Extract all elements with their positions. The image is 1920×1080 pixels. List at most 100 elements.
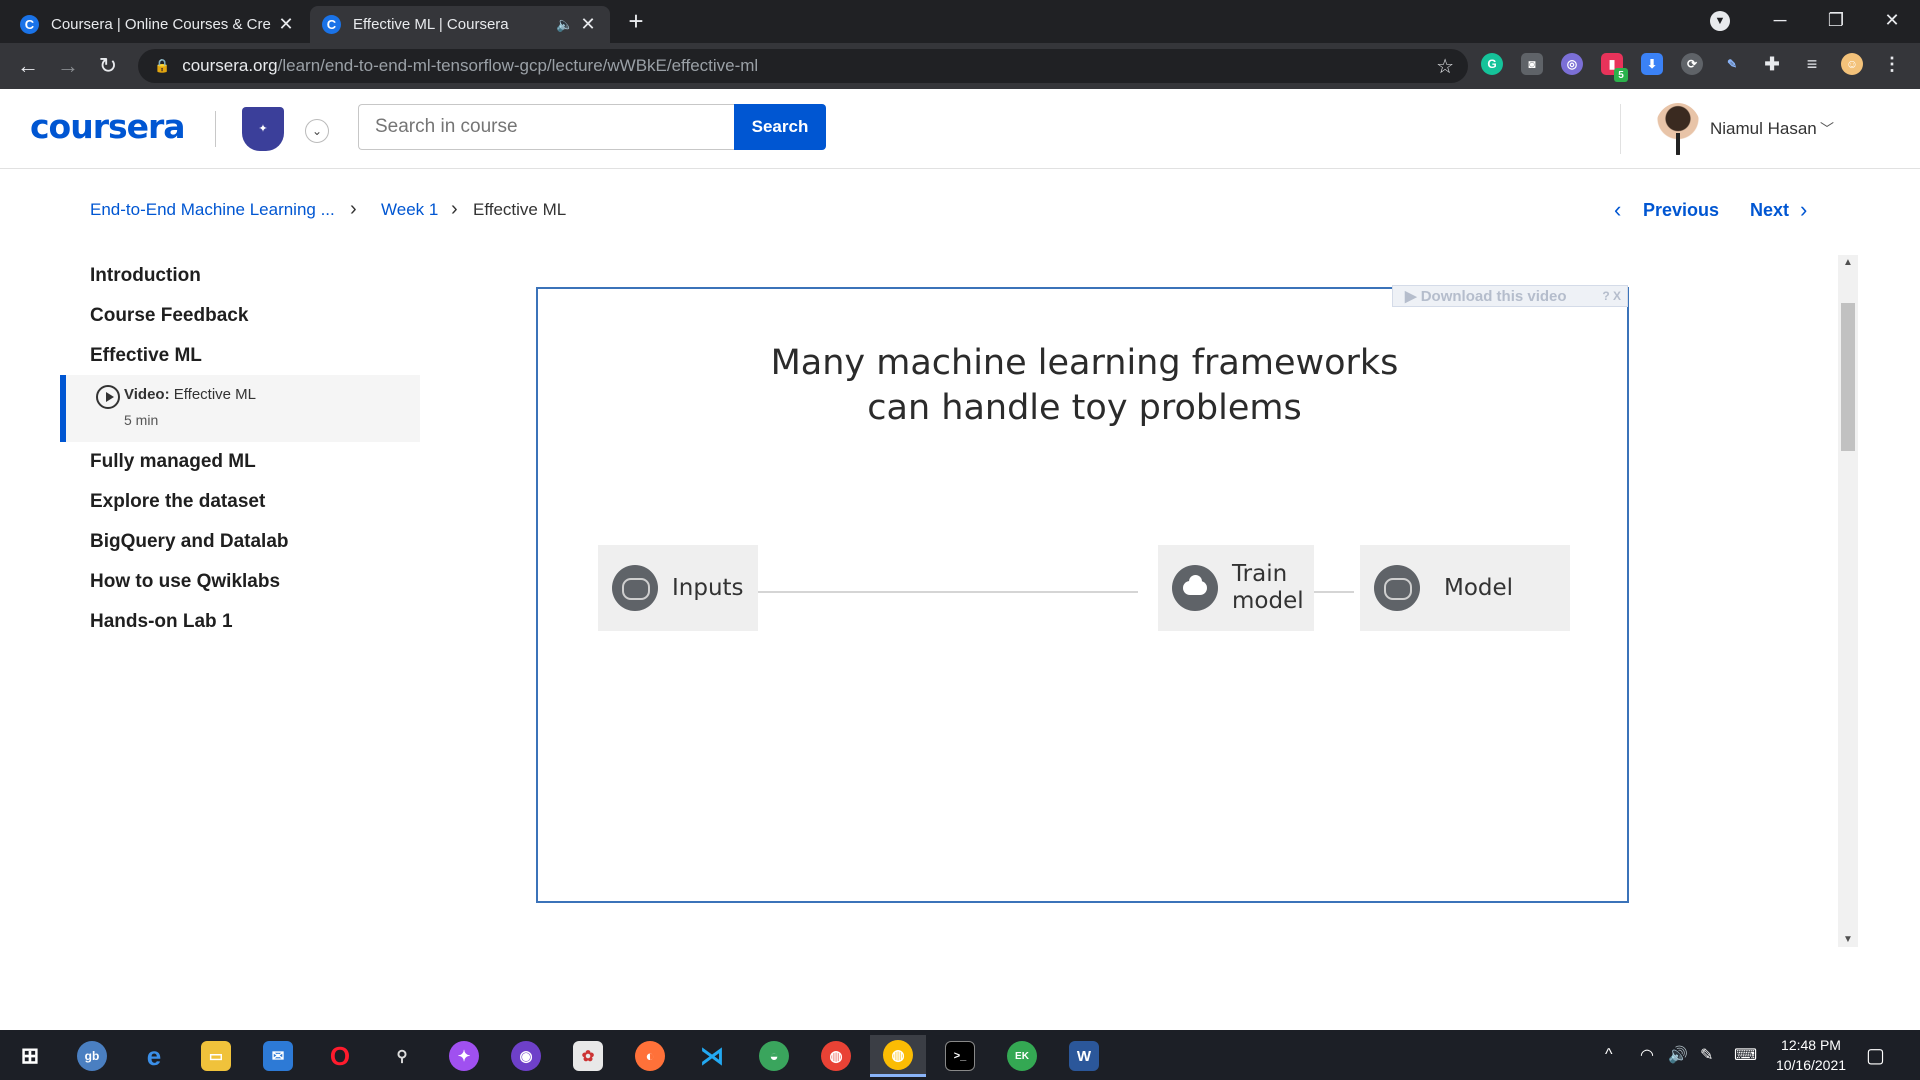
back-icon[interactable]: ← bbox=[14, 53, 42, 81]
tab-search-icon[interactable]: ▼ bbox=[1710, 11, 1730, 31]
breadcrumb-current: Effective ML bbox=[473, 200, 567, 219]
paint-app-icon[interactable]: ✿ bbox=[560, 1035, 616, 1077]
firefox-icon[interactable]: ◐ bbox=[622, 1035, 678, 1077]
breadcrumb-week[interactable]: Week 1 bbox=[381, 200, 438, 220]
search-input[interactable] bbox=[358, 104, 734, 150]
word-icon[interactable]: W bbox=[1056, 1035, 1112, 1077]
chrome-menu-icon[interactable]: ⋮ bbox=[1881, 53, 1903, 75]
chrome-secondary-icon[interactable]: EK bbox=[994, 1035, 1050, 1077]
slide-title-line: Many machine learning frameworks bbox=[770, 343, 1399, 383]
diagram-connector bbox=[758, 591, 1138, 593]
breadcrumb-chevron-icon: › bbox=[451, 198, 458, 220]
previous-button[interactable]: Previous bbox=[1643, 200, 1719, 221]
browser-toolbar: ← → ↻ 🔒 coursera.org /learn/end-to-end-m… bbox=[0, 43, 1920, 89]
pen-tray-icon[interactable]: ✎ bbox=[1700, 1030, 1713, 1080]
mail-icon[interactable]: ✉ bbox=[250, 1035, 306, 1077]
file-explorer-icon[interactable]: ▭ bbox=[188, 1035, 244, 1077]
vscode-icon[interactable]: ⋊ bbox=[684, 1035, 740, 1077]
download-bar-tools[interactable]: ? X bbox=[1602, 289, 1627, 303]
globe-app-icon[interactable]: ◒ bbox=[746, 1035, 802, 1077]
sidebar-item-hands-on-lab[interactable]: Hands-on Lab 1 bbox=[90, 611, 233, 633]
sidebar-item-effective-ml[interactable]: Effective ML bbox=[90, 345, 202, 367]
reload-icon[interactable]: ↻ bbox=[94, 53, 122, 81]
search-app-icon[interactable]: gb bbox=[64, 1035, 120, 1077]
forward-icon[interactable]: → bbox=[54, 53, 82, 81]
user-name[interactable]: Niamul Hasan bbox=[1710, 119, 1817, 139]
sidebar-item-bigquery-datalab[interactable]: BigQuery and Datalab bbox=[90, 531, 289, 553]
close-tab-icon[interactable]: ✕ bbox=[276, 14, 296, 35]
video-player[interactable]: ▶ Download this video ? X Many machine l… bbox=[536, 285, 1629, 903]
diagram-node-label-line: model bbox=[1232, 588, 1304, 614]
close-tab-icon[interactable]: ✕ bbox=[578, 14, 598, 35]
chevron-down-icon[interactable]: ⌄ bbox=[305, 119, 329, 143]
download-video-button[interactable]: ▶ Download this video ? X bbox=[1392, 285, 1628, 307]
next-button[interactable]: Next bbox=[1750, 200, 1789, 221]
scrollbar-thumb[interactable] bbox=[1841, 303, 1855, 451]
diagram-node-model: Model bbox=[1360, 545, 1570, 631]
windows-start-icon[interactable]: ⊞ bbox=[2, 1035, 58, 1077]
breadcrumb-chevron-icon: › bbox=[350, 198, 357, 220]
tab-effective-ml[interactable]: C Effective ML | Coursera 🔈 ✕ bbox=[310, 6, 610, 43]
sync-extension-icon[interactable]: ⟳ bbox=[1681, 53, 1703, 75]
terminal-icon[interactable]: >_ bbox=[932, 1035, 988, 1077]
audio-playing-icon[interactable]: 🔈 bbox=[556, 16, 578, 33]
color-extension-icon[interactable]: ◎ bbox=[1561, 53, 1583, 75]
close-window-icon[interactable]: ✕ bbox=[1864, 10, 1920, 31]
url-host: coursera.org bbox=[182, 56, 278, 75]
github-icon[interactable]: ◉ bbox=[498, 1035, 554, 1077]
sidebar-item-explore-dataset[interactable]: Explore the dataset bbox=[90, 491, 265, 513]
sidebar-subitem-title: Effective ML bbox=[173, 386, 257, 403]
minimize-icon[interactable]: ─ bbox=[1752, 10, 1808, 31]
volume-icon[interactable]: 🔊 bbox=[1668, 1030, 1688, 1080]
new-tab-button[interactable]: + bbox=[622, 8, 650, 36]
sidebar-item-fully-managed-ml[interactable]: Fully managed ML bbox=[90, 451, 256, 473]
page-scrollbar[interactable]: ▲ ▼ bbox=[1838, 255, 1858, 947]
sidebar-item-course-feedback[interactable]: Course Feedback bbox=[90, 305, 248, 327]
coursera-favicon-icon: C bbox=[20, 15, 39, 34]
browser-tab-strip: C Coursera | Online Courses & Cre ✕ C Ef… bbox=[0, 0, 1920, 43]
sidebar-item-introduction[interactable]: Introduction bbox=[90, 265, 201, 287]
tray-chevron-icon[interactable]: ^ bbox=[1605, 1030, 1613, 1080]
sidebar-item-qwiklabs[interactable]: How to use Qwiklabs bbox=[90, 571, 280, 593]
notifications-icon[interactable]: ▢ bbox=[1866, 1030, 1885, 1080]
address-bar[interactable]: 🔒 coursera.org /learn/end-to-end-ml-tens… bbox=[138, 49, 1468, 83]
tab-coursera-home[interactable]: C Coursera | Online Courses & Cre ✕ bbox=[8, 6, 308, 43]
chevron-down-icon[interactable]: ﹀ bbox=[1820, 119, 1834, 139]
coursera-logo[interactable]: coursera bbox=[30, 107, 186, 146]
messenger-icon[interactable]: ✦ bbox=[436, 1035, 492, 1077]
slide-title-line: can handle toy problems bbox=[867, 388, 1302, 428]
tab-title: Effective ML | Coursera bbox=[353, 16, 509, 33]
satellite-app-icon[interactable]: ⚲ bbox=[374, 1035, 430, 1077]
lock-icon[interactable]: 🔒 bbox=[154, 58, 170, 74]
header-divider bbox=[215, 111, 216, 147]
sidebar-subitem-duration: 5 min bbox=[124, 412, 159, 428]
keyboard-icon[interactable]: ⌨ bbox=[1734, 1030, 1757, 1080]
bookmark-star-icon[interactable]: ☆ bbox=[1436, 54, 1454, 79]
scroll-up-icon[interactable]: ▲ bbox=[1838, 257, 1858, 268]
extensions-puzzle-icon[interactable]: ✚ bbox=[1761, 53, 1783, 75]
grammarly-extension-icon[interactable]: G bbox=[1481, 53, 1503, 75]
diagram-node-label: Model bbox=[1444, 574, 1514, 601]
scroll-down-icon[interactable]: ▼ bbox=[1838, 934, 1858, 945]
chevron-right-icon[interactable]: › bbox=[1800, 197, 1807, 223]
breadcrumb-course[interactable]: End-to-End Machine Learning ... bbox=[90, 200, 335, 220]
reading-list-icon[interactable]: ≡ bbox=[1801, 53, 1823, 75]
download-extension-icon[interactable]: ⬇ bbox=[1641, 53, 1663, 75]
avatar[interactable] bbox=[1655, 103, 1701, 155]
pen-extension-icon[interactable]: ✎ bbox=[1721, 53, 1743, 75]
university-crest-icon[interactable]: ✦ bbox=[242, 107, 284, 151]
edge-icon[interactable]: e bbox=[126, 1035, 182, 1077]
coursera-header: coursera ✦ ⌄ Search Niamul Hasan ﹀ bbox=[0, 89, 1920, 169]
chrome-active-icon[interactable]: ◍ bbox=[870, 1035, 926, 1077]
profile-avatar-icon[interactable]: ☺ bbox=[1841, 53, 1863, 75]
wifi-icon[interactable]: ◠ bbox=[1640, 1030, 1654, 1080]
extension-badge: 5 bbox=[1614, 68, 1628, 82]
restore-icon[interactable]: ❐ bbox=[1808, 10, 1864, 31]
opera-icon[interactable]: O bbox=[312, 1035, 368, 1077]
camera-extension-icon[interactable]: ◙ bbox=[1521, 53, 1543, 75]
play-circle-icon bbox=[96, 385, 120, 409]
chrome-profile-icon[interactable]: ◍ bbox=[808, 1035, 864, 1077]
taskbar-clock[interactable]: 12:48 PM 10/16/2021 bbox=[1766, 1035, 1856, 1075]
chevron-left-icon[interactable]: ‹ bbox=[1614, 197, 1621, 223]
search-button[interactable]: Search bbox=[734, 104, 826, 150]
